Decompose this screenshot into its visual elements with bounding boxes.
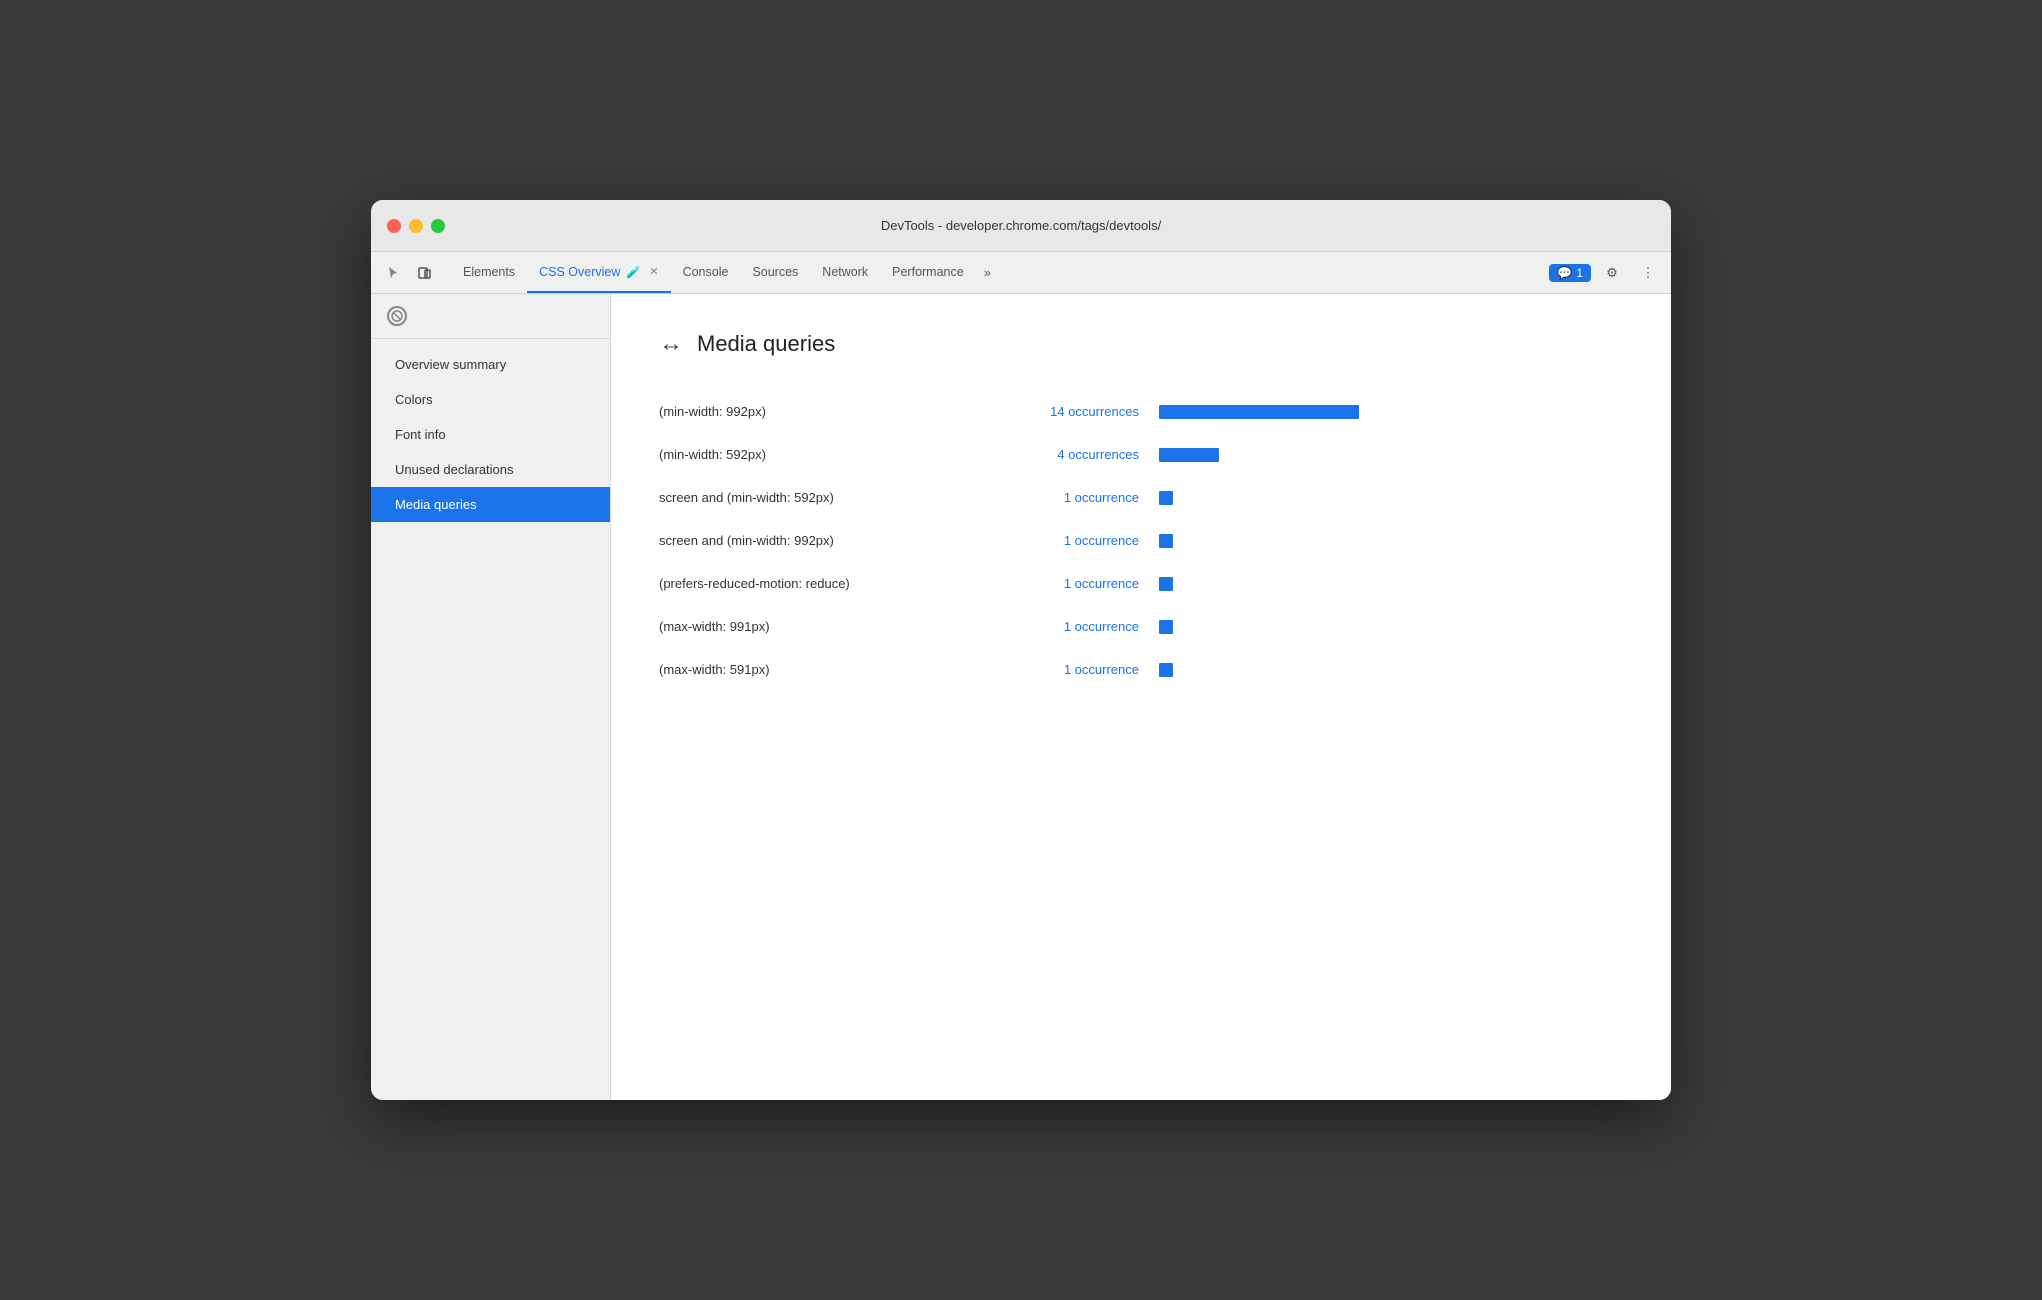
media-query-row: (min-width: 592px)4 occurrences bbox=[659, 433, 1623, 476]
tab-elements[interactable]: Elements bbox=[451, 252, 527, 293]
more-options-button[interactable]: ⋮ bbox=[1633, 259, 1663, 287]
sidebar-item-font-info[interactable]: Font info bbox=[371, 417, 610, 452]
devtools-window: DevTools - developer.chrome.com/tags/dev… bbox=[371, 200, 1671, 1100]
media-query-row: (max-width: 991px)1 occurrence bbox=[659, 605, 1623, 648]
media-query-bar-container bbox=[1159, 577, 1623, 591]
media-query-row: (prefers-reduced-motion: reduce)1 occurr… bbox=[659, 562, 1623, 605]
media-query-bar-container bbox=[1159, 620, 1623, 634]
sidebar-top bbox=[371, 294, 610, 339]
media-query-row: screen and (min-width: 592px)1 occurrenc… bbox=[659, 476, 1623, 519]
media-query-text: (prefers-reduced-motion: reduce) bbox=[659, 576, 999, 591]
media-query-bar bbox=[1159, 405, 1359, 419]
sidebar-item-overview-summary[interactable]: Overview summary bbox=[371, 347, 610, 382]
sidebar-item-unused-declarations[interactable]: Unused declarations bbox=[371, 452, 610, 487]
media-query-text: (min-width: 592px) bbox=[659, 447, 999, 462]
media-query-row: (max-width: 591px)1 occurrence bbox=[659, 648, 1623, 691]
media-query-text: screen and (min-width: 992px) bbox=[659, 533, 999, 548]
media-query-occurrences[interactable]: 1 occurrence bbox=[999, 662, 1159, 677]
media-queries-icon: ↔ bbox=[659, 330, 683, 358]
media-queries-list: (min-width: 992px)14 occurrences(min-wid… bbox=[659, 390, 1623, 691]
media-query-text: (min-width: 992px) bbox=[659, 404, 999, 419]
more-tabs-button[interactable]: » bbox=[976, 252, 999, 293]
media-query-occurrences[interactable]: 1 occurrence bbox=[999, 576, 1159, 591]
tab-close-icon[interactable]: ✕ bbox=[649, 265, 658, 278]
content-panel: ↔ Media queries (min-width: 992px)14 occ… bbox=[611, 294, 1671, 1100]
tab-experiment-icon: 🧪 bbox=[626, 265, 641, 279]
settings-button[interactable]: ⚙ bbox=[1597, 259, 1627, 287]
titlebar: DevTools - developer.chrome.com/tags/dev… bbox=[371, 200, 1671, 252]
media-query-bar-container bbox=[1159, 534, 1623, 548]
media-query-text: (max-width: 591px) bbox=[659, 662, 999, 677]
media-query-bar-container bbox=[1159, 491, 1623, 505]
media-query-bar bbox=[1159, 448, 1219, 462]
cursor-icon[interactable] bbox=[379, 259, 407, 287]
media-query-text: screen and (min-width: 592px) bbox=[659, 490, 999, 505]
media-query-occurrences[interactable]: 4 occurrences bbox=[999, 447, 1159, 462]
media-query-bar bbox=[1159, 491, 1173, 505]
maximize-button[interactable] bbox=[431, 219, 445, 233]
tab-network[interactable]: Network bbox=[810, 252, 880, 293]
main-area: Overview summary Colors Font info Unused… bbox=[371, 294, 1671, 1100]
close-button[interactable] bbox=[387, 219, 401, 233]
tab-performance[interactable]: Performance bbox=[880, 252, 976, 293]
device-icon[interactable] bbox=[411, 259, 439, 287]
media-query-bar bbox=[1159, 663, 1173, 677]
media-query-occurrences[interactable]: 1 occurrence bbox=[999, 490, 1159, 505]
sidebar-item-colors[interactable]: Colors bbox=[371, 382, 610, 417]
tabbar: Elements CSS Overview 🧪 ✕ Console Source… bbox=[371, 252, 1671, 294]
sidebar: Overview summary Colors Font info Unused… bbox=[371, 294, 611, 1100]
tab-toolbar-icons bbox=[379, 252, 439, 293]
media-query-bar bbox=[1159, 620, 1173, 634]
tab-sources[interactable]: Sources bbox=[740, 252, 810, 293]
media-query-text: (max-width: 991px) bbox=[659, 619, 999, 634]
chat-icon: 💬 bbox=[1557, 266, 1572, 280]
settings-icon: ⚙ bbox=[1606, 265, 1618, 281]
tab-right-controls: 💬 1 ⚙ ⋮ bbox=[1549, 252, 1663, 293]
media-query-bar-container bbox=[1159, 663, 1623, 677]
media-query-occurrences[interactable]: 14 occurrences bbox=[999, 404, 1159, 419]
notification-button[interactable]: 💬 1 bbox=[1549, 264, 1591, 282]
more-icon: ⋮ bbox=[1642, 265, 1655, 281]
tab-console[interactable]: Console bbox=[671, 252, 741, 293]
media-query-bar bbox=[1159, 577, 1173, 591]
tab-css-overview[interactable]: CSS Overview 🧪 ✕ bbox=[527, 252, 670, 293]
media-query-occurrences[interactable]: 1 occurrence bbox=[999, 619, 1159, 634]
media-query-row: screen and (min-width: 992px)1 occurrenc… bbox=[659, 519, 1623, 562]
content-inner: ↔ Media queries (min-width: 992px)14 occ… bbox=[611, 294, 1671, 727]
block-icon bbox=[387, 306, 407, 326]
sidebar-nav: Overview summary Colors Font info Unused… bbox=[371, 339, 610, 1100]
sidebar-item-media-queries[interactable]: Media queries bbox=[371, 487, 610, 522]
media-query-bar-container bbox=[1159, 448, 1623, 462]
section-title-text: Media queries bbox=[697, 331, 835, 357]
traffic-lights bbox=[387, 219, 445, 233]
minimize-button[interactable] bbox=[409, 219, 423, 233]
media-query-occurrences[interactable]: 1 occurrence bbox=[999, 533, 1159, 548]
window-title: DevTools - developer.chrome.com/tags/dev… bbox=[881, 218, 1161, 233]
media-query-bar bbox=[1159, 534, 1173, 548]
media-query-row: (min-width: 992px)14 occurrences bbox=[659, 390, 1623, 433]
media-query-bar-container bbox=[1159, 405, 1623, 419]
section-title: ↔ Media queries bbox=[659, 330, 1623, 358]
